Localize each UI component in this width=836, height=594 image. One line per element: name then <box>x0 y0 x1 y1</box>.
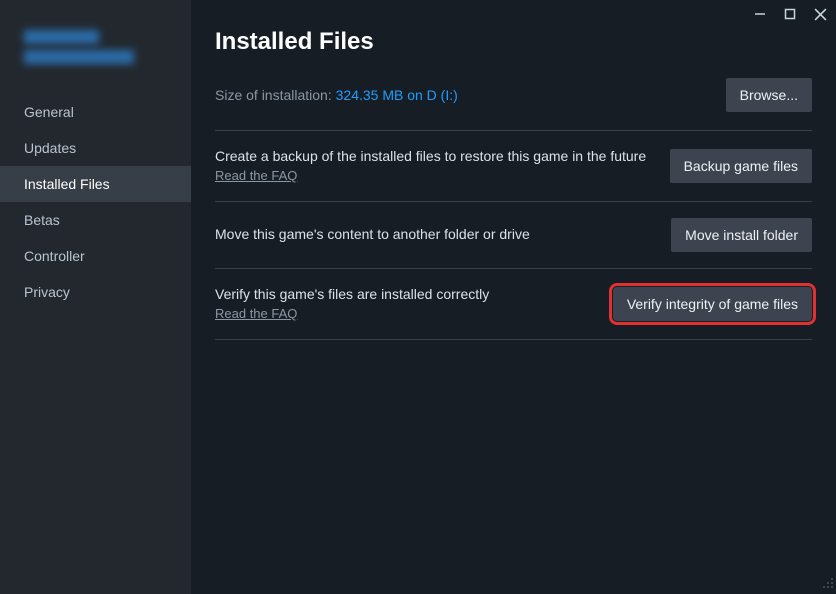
sidebar-item-label: Updates <box>24 140 76 156</box>
size-row: Size of installation: 324.35 MB on D (I:… <box>215 78 812 112</box>
verify-row: Verify this game's files are installed c… <box>215 268 812 339</box>
sidebar-item-label: Installed Files <box>24 176 110 192</box>
page-title: Installed Files <box>215 28 812 56</box>
move-button[interactable]: Move install folder <box>671 218 812 252</box>
move-row: Move this game's content to another fold… <box>215 201 812 268</box>
size-value: 324.35 MB on D (I:) <box>336 87 458 103</box>
sidebar: General Updates Installed Files Betas Co… <box>0 0 191 594</box>
backup-row: Create a backup of the installed files t… <box>215 130 812 201</box>
resize-grip-icon[interactable] <box>822 577 834 592</box>
sidebar-item-label: General <box>24 104 74 120</box>
sidebar-item-privacy[interactable]: Privacy <box>0 274 191 310</box>
size-label: Size of installation: 324.35 MB on D (I:… <box>215 87 458 103</box>
sidebar-item-controller[interactable]: Controller <box>0 238 191 274</box>
verify-title: Verify this game's files are installed c… <box>215 285 597 304</box>
verify-faq-link[interactable]: Read the FAQ <box>215 306 297 321</box>
sidebar-item-updates[interactable]: Updates <box>0 130 191 166</box>
browse-button[interactable]: Browse... <box>726 78 812 112</box>
backup-button[interactable]: Backup game files <box>670 149 812 183</box>
sidebar-item-label: Privacy <box>24 284 70 300</box>
main-panel: Installed Files Size of installation: 32… <box>191 0 836 594</box>
sidebar-item-installed-files[interactable]: Installed Files <box>0 166 191 202</box>
sidebar-item-label: Betas <box>24 212 60 228</box>
verify-button[interactable]: Verify integrity of game files <box>613 287 812 321</box>
sidebar-item-label: Controller <box>24 248 85 264</box>
game-title <box>0 0 191 90</box>
move-title: Move this game's content to another fold… <box>215 225 655 244</box>
sidebar-item-betas[interactable]: Betas <box>0 202 191 238</box>
backup-title: Create a backup of the installed files t… <box>215 147 654 166</box>
sidebar-item-general[interactable]: General <box>0 94 191 130</box>
backup-faq-link[interactable]: Read the FAQ <box>215 168 297 183</box>
